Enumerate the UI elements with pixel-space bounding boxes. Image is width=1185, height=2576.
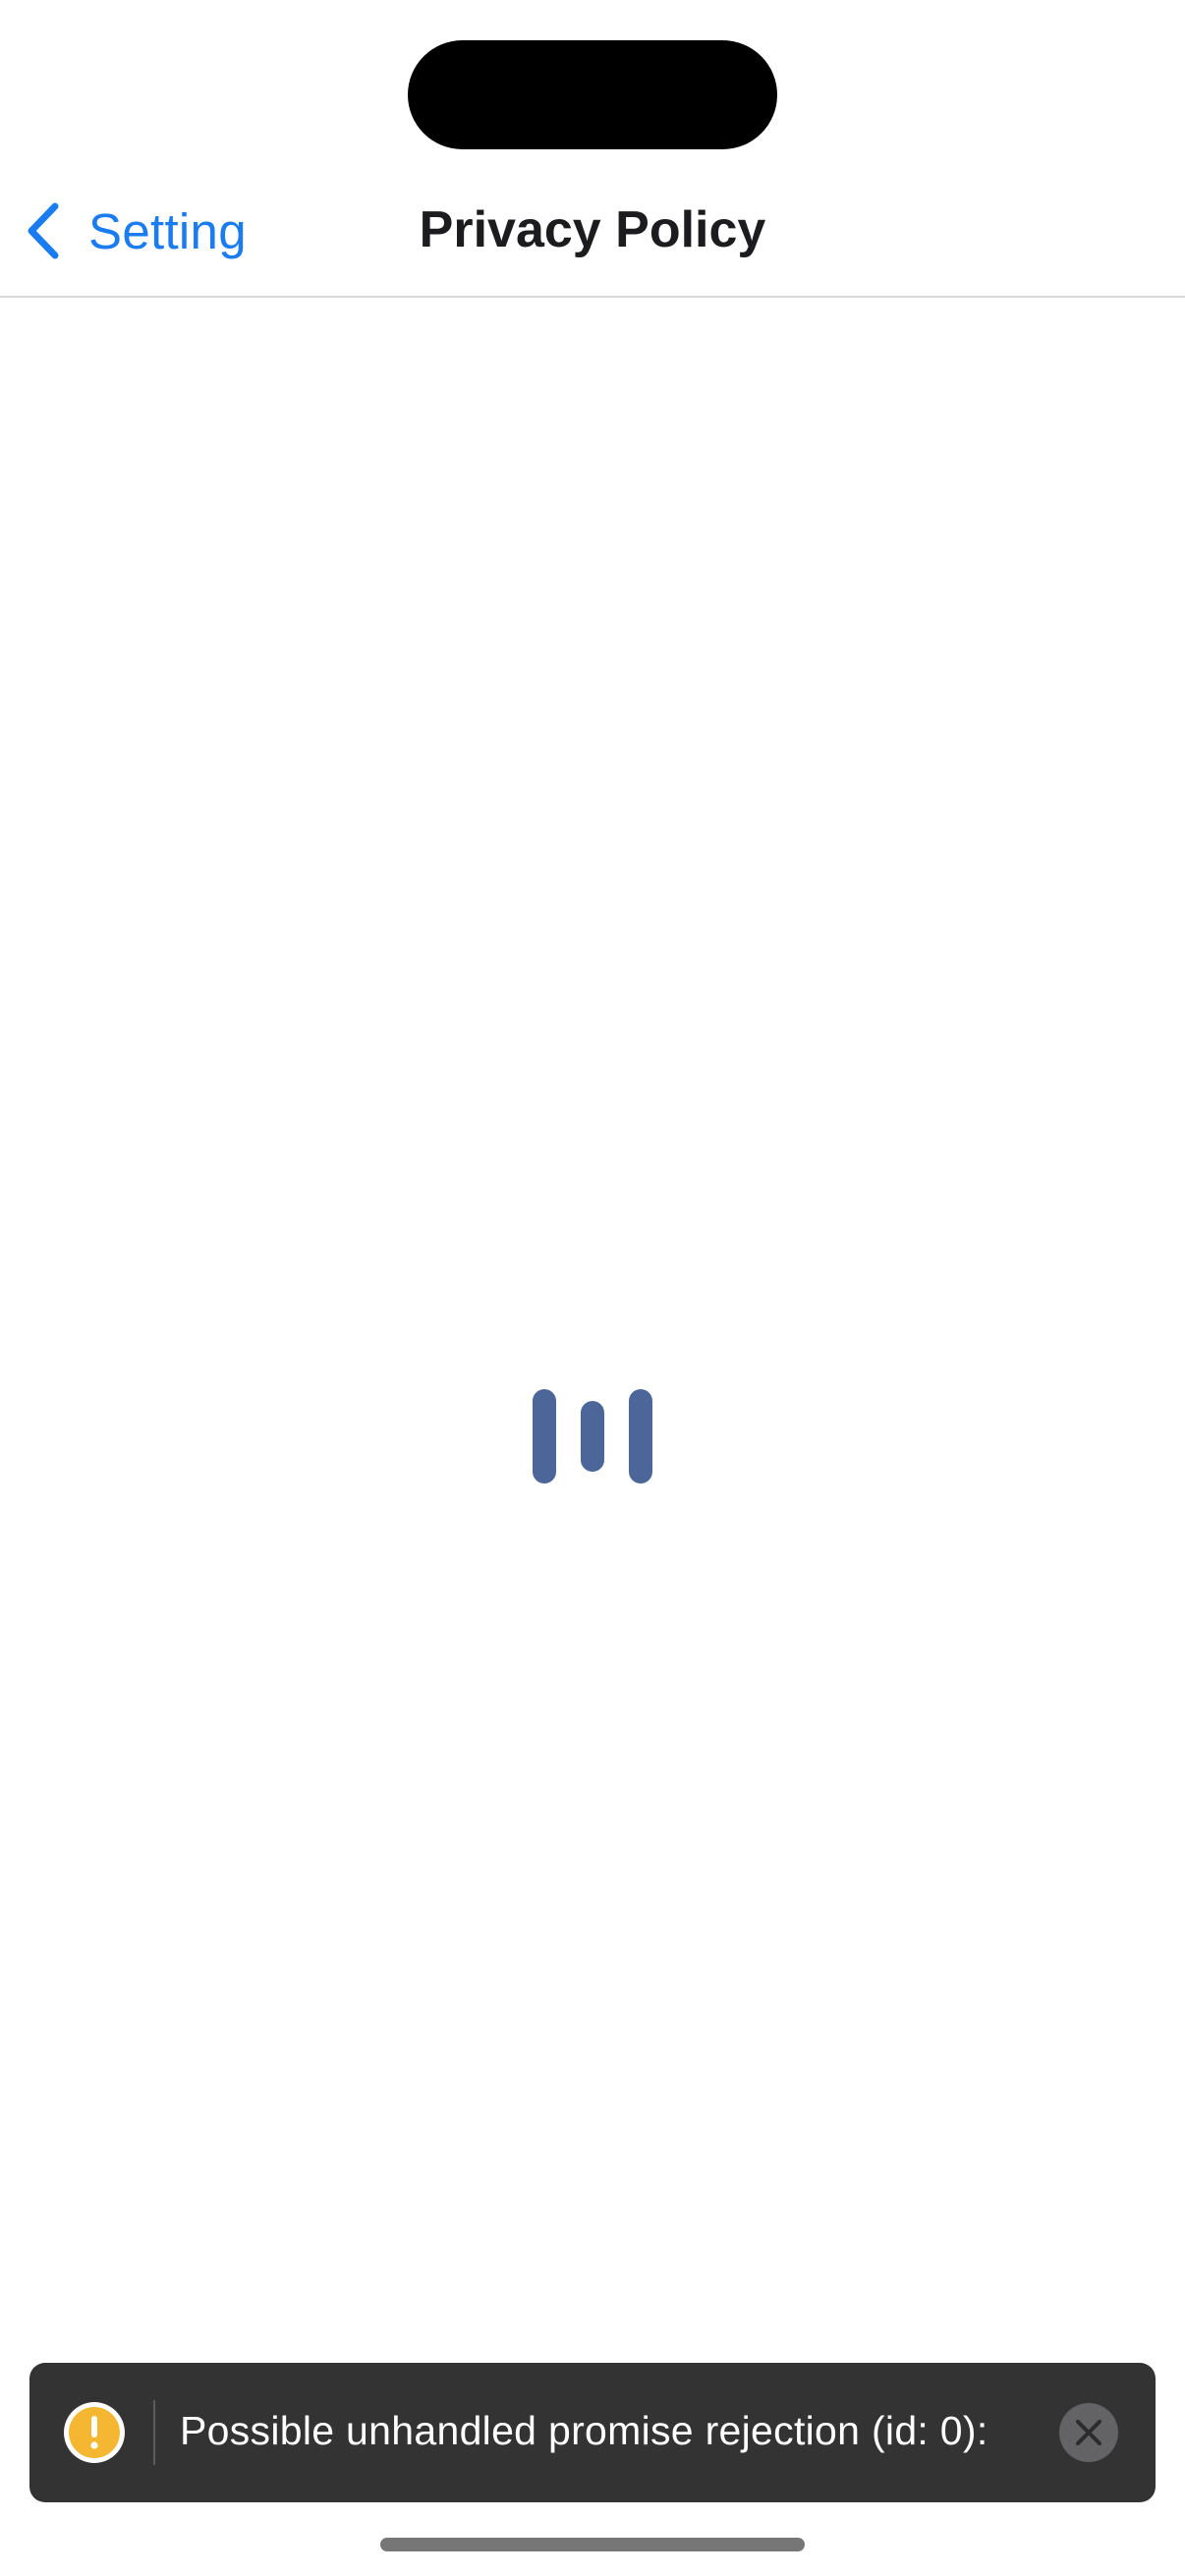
toast-message: Possible unhandled promise rejection (id…	[180, 2408, 988, 2453]
toast-divider	[153, 2400, 155, 2465]
error-toast[interactable]: Possible unhandled promise rejection (id…	[29, 2363, 1156, 2502]
page-title: Privacy Policy	[419, 201, 766, 258]
home-indicator[interactable]	[380, 2538, 805, 2551]
toast-close-button[interactable]	[1059, 2403, 1118, 2462]
navigation-bar: Setting Privacy Policy	[0, 167, 1185, 298]
close-icon	[1076, 2420, 1101, 2445]
loader-bar	[629, 1389, 652, 1484]
loader-bar	[533, 1389, 556, 1484]
loader-bar	[581, 1401, 604, 1472]
warning-icon	[64, 2402, 125, 2463]
dynamic-island	[408, 40, 777, 149]
screen: Setting Privacy Policy Possible unhandle…	[0, 0, 1185, 2576]
loading-bars-icon	[533, 1389, 652, 1484]
